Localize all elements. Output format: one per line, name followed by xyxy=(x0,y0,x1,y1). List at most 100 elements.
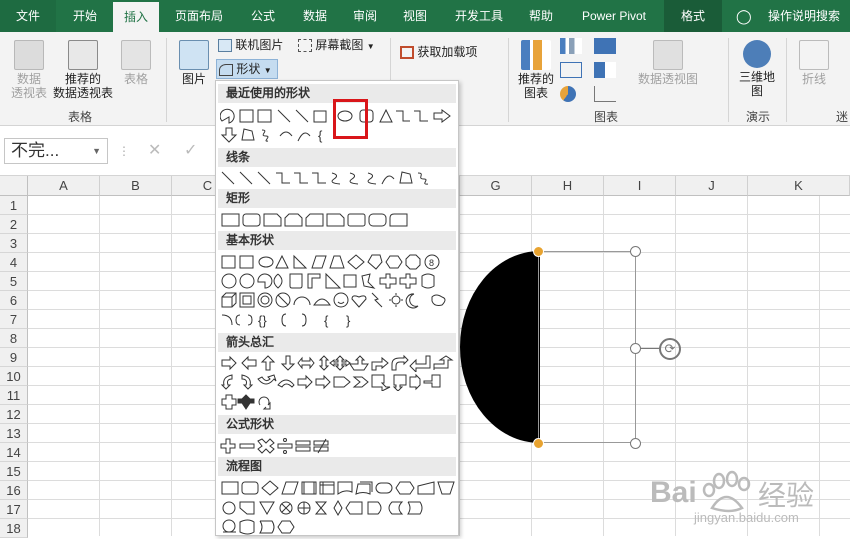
rectangle-icons[interactable] xyxy=(220,211,456,229)
scatter-chart-icon[interactable] xyxy=(594,86,616,102)
chevron-down-icon: ▼ xyxy=(263,66,272,75)
row-header[interactable]: 9 xyxy=(0,348,28,367)
online-pictures-button[interactable]: 联机图片 xyxy=(218,38,283,56)
tab-view[interactable]: 视图 xyxy=(392,0,438,32)
tab-formulas[interactable]: 公式 xyxy=(240,0,286,32)
basic-shapes-icons-4[interactable]: {} { } xyxy=(220,311,456,329)
row-header[interactable]: 18 xyxy=(0,519,28,538)
shape-selection-frame xyxy=(538,251,636,443)
resize-handle[interactable] xyxy=(630,438,641,449)
tab-data[interactable]: 数据 xyxy=(292,0,338,32)
tab-format[interactable]: 格式 xyxy=(664,0,722,32)
pivot-chart-button[interactable]: 数据透视图 xyxy=(636,40,700,86)
row-header[interactable]: 11 xyxy=(0,386,28,405)
waterfall-chart-icon[interactable] xyxy=(560,62,582,78)
chevron-down-icon[interactable]: ▼ xyxy=(92,139,101,163)
shapes-button[interactable]: 形状 ▼ xyxy=(216,59,278,79)
row-header[interactable]: 13 xyxy=(0,424,28,443)
column-header[interactable]: K xyxy=(748,176,850,196)
lightbulb-icon: ◯ xyxy=(736,8,752,24)
lines-icons[interactable] xyxy=(220,169,456,187)
arc-icon xyxy=(279,131,293,137)
tab-power-pivot[interactable]: Power Pivot xyxy=(572,0,656,32)
column-header[interactable]: G xyxy=(460,176,532,196)
flowchart-icons-2[interactable] xyxy=(220,499,456,517)
tell-me-search[interactable]: 操作说明搜索 xyxy=(764,0,844,32)
row-header[interactable]: 14 xyxy=(0,443,28,462)
resize-handle[interactable] xyxy=(630,343,641,354)
flowchart-row-1 xyxy=(220,479,456,497)
equation-icons[interactable] xyxy=(220,437,456,455)
tab-review[interactable]: 审阅 xyxy=(342,0,388,32)
row-header[interactable]: 17 xyxy=(0,500,28,519)
column-chart-icon[interactable] xyxy=(560,38,582,54)
tab-home[interactable]: 开始 xyxy=(60,0,110,32)
basic-shapes-icons-3[interactable] xyxy=(220,291,456,309)
flowchart-icons-1[interactable] xyxy=(220,479,456,497)
screenshot-button[interactable]: 屏幕截图 ▼ xyxy=(298,38,375,56)
row-header[interactable]: 1 xyxy=(0,196,28,215)
arrows-icons-2[interactable] xyxy=(220,373,456,392)
flowchart-icons-3[interactable] xyxy=(220,518,456,536)
text-box-icon xyxy=(239,109,254,123)
column-header[interactable]: B xyxy=(100,176,172,196)
row-header[interactable]: 10 xyxy=(0,367,28,386)
globe-icon xyxy=(743,40,771,68)
name-box-value: 不完... xyxy=(11,141,60,160)
stat-chart-icon[interactable] xyxy=(594,62,616,78)
watermark-url: jingyan.baidu.com xyxy=(694,510,799,525)
category-flowchart: 流程图 xyxy=(218,457,456,476)
column-header[interactable]: A xyxy=(28,176,100,196)
tab-help[interactable]: 帮助 xyxy=(518,0,564,32)
recommended-pivot-button[interactable]: 推荐的 数据透视表 xyxy=(52,40,114,100)
basic-shapes-icons-1[interactable]: 8 xyxy=(220,253,456,271)
enter-icon[interactable]: ✓ xyxy=(184,140,197,160)
right-arrow-icon xyxy=(433,109,451,123)
arrows-icons-3[interactable] xyxy=(220,393,456,411)
column-header[interactable]: I xyxy=(604,176,676,196)
arrows-row-2 xyxy=(220,373,456,392)
recommended-charts-button[interactable]: 推荐的 图表 xyxy=(514,40,558,100)
category-equation-shapes: 公式形状 xyxy=(218,415,456,434)
name-box[interactable]: 不完... ▼ xyxy=(4,138,108,164)
row-header[interactable]: 3 xyxy=(0,234,28,253)
cancel-icon[interactable]: ✕ xyxy=(148,140,161,160)
equation-row xyxy=(220,437,456,455)
column-header[interactable]: H xyxy=(532,176,604,196)
tab-insert[interactable]: 插入 xyxy=(113,2,159,32)
pie-chart-icon[interactable] xyxy=(560,86,576,102)
row-header[interactable]: 4 xyxy=(0,253,28,272)
tab-developer[interactable]: 开发工具 xyxy=(446,0,512,32)
row-header[interactable]: 15 xyxy=(0,462,28,481)
row-header[interactable]: 16 xyxy=(0,481,28,500)
basic-shapes-row-2 xyxy=(220,272,456,290)
row-header[interactable]: 5 xyxy=(0,272,28,291)
column-header[interactable]: J xyxy=(676,176,748,196)
get-addins-button[interactable]: 获取加载项 xyxy=(400,45,477,63)
watermark-logo-text: 经验 xyxy=(758,480,815,511)
row-header[interactable]: 2 xyxy=(0,215,28,234)
tab-file[interactable]: 文件 xyxy=(0,0,56,32)
sparkline-line-button[interactable]: 折线 xyxy=(794,40,834,86)
picture-button[interactable]: 图片 xyxy=(176,40,212,86)
resize-handle[interactable] xyxy=(533,438,544,449)
row-header[interactable]: 7 xyxy=(0,310,28,329)
rectangles-row xyxy=(220,211,456,229)
pivot-table-button[interactable]: 数据 透视表 xyxy=(6,40,52,100)
3d-map-button[interactable]: 三维地 图 xyxy=(734,40,780,98)
arrows-icons-1[interactable] xyxy=(220,354,456,374)
tab-page-layout[interactable]: 页面布局 xyxy=(165,0,233,32)
row-header[interactable]: 6 xyxy=(0,291,28,310)
resize-handle[interactable] xyxy=(630,246,641,257)
hierarchy-chart-icon[interactable] xyxy=(594,38,616,54)
row-header[interactable]: 8 xyxy=(0,329,28,348)
row-header[interactable]: 12 xyxy=(0,405,28,424)
basic-shapes-icons-2[interactable] xyxy=(220,272,456,290)
table-button[interactable]: 表格 xyxy=(118,40,154,86)
basic-shapes-row-4: {} { } xyxy=(220,311,456,329)
lines-row xyxy=(220,169,456,187)
select-all-corner[interactable] xyxy=(0,176,28,196)
rotate-icon[interactable]: ⟳ xyxy=(659,338,681,360)
online-picture-icon xyxy=(218,39,232,53)
resize-handle[interactable] xyxy=(533,246,544,257)
